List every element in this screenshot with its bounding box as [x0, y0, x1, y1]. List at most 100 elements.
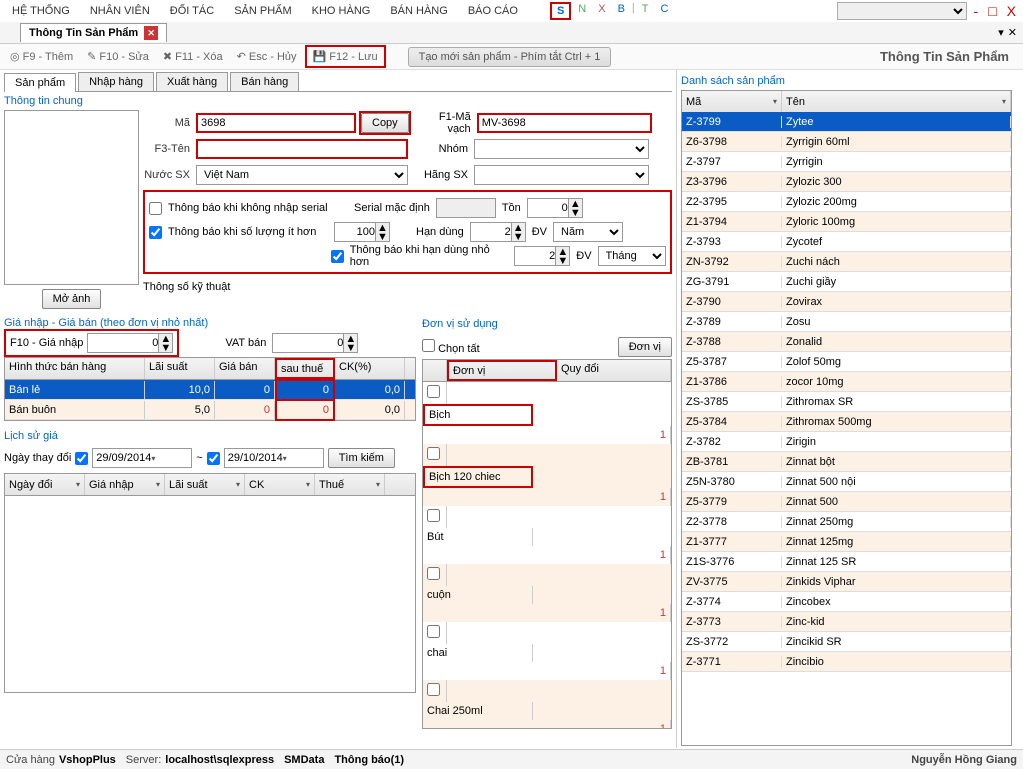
hdr-ck[interactable]: CK(%) [335, 358, 405, 379]
product-row[interactable]: Z5-3779Zinnat 500 [682, 492, 1011, 512]
letter-s[interactable]: S [550, 2, 571, 20]
product-row[interactable]: Z2-3795Zylozic 200mg [682, 192, 1011, 212]
qty-spin[interactable]: ▲▼ [334, 222, 390, 242]
tab-close-icon[interactable]: ✕ [144, 26, 158, 40]
letter-t[interactable]: T [637, 2, 654, 20]
delete-button[interactable]: ✖F11 - Xóa [157, 47, 229, 66]
hdr-gianhap[interactable]: Giá nhập▾ [85, 474, 165, 495]
tab-nhaphang[interactable]: Nhập hàng [78, 72, 154, 91]
product-row[interactable]: Z5-3784Zithromax 500mg [682, 412, 1011, 432]
product-row[interactable]: ZS-3772Zincikid SR [682, 632, 1011, 652]
tab-sanpham[interactable]: Sản phẩm [4, 73, 76, 92]
ten-input[interactable] [196, 139, 408, 159]
handung-spin[interactable]: ▲▼ [470, 222, 526, 242]
product-row[interactable]: Z3-3796Zylozic 300 [682, 172, 1011, 192]
product-row[interactable]: Z5N-3780Zinnat 500 nội [682, 472, 1011, 492]
menu-system[interactable]: HỆ THỐNG [4, 3, 78, 19]
hdr-ngaydoi[interactable]: Ngày đổi▾ [5, 474, 85, 495]
chk-chontat[interactable] [422, 339, 435, 352]
ton-spin[interactable]: ▲▼ [527, 198, 583, 218]
hdr-giaban[interactable]: Giá bán [215, 358, 275, 379]
letter-x[interactable]: X [593, 2, 610, 20]
product-row[interactable]: Z1-3786zocor 10mg [682, 372, 1011, 392]
product-row[interactable]: ZN-3792Zuchi nách [682, 252, 1011, 272]
product-row[interactable]: Z-3788Zonalid [682, 332, 1011, 352]
hdr-hinhthuc[interactable]: Hình thức bán hàng [5, 358, 145, 379]
edit-button[interactable]: ✎F10 - Sửa [81, 47, 155, 66]
copy-button[interactable]: Copy [361, 113, 409, 133]
hdr-ck2[interactable]: CK▾ [245, 474, 315, 495]
hdr-sauthue[interactable]: sau thuế [275, 358, 335, 379]
product-row[interactable]: ZV-3775Zinkids Viphar [682, 572, 1011, 592]
hdr-donvi[interactable]: Đơn vị [447, 360, 557, 381]
close-icon[interactable]: X [1004, 3, 1019, 19]
chk-date1[interactable] [75, 452, 88, 465]
menu-product[interactable]: SẢN PHẨM [226, 3, 299, 19]
tab-banhang[interactable]: Bán hàng [230, 72, 299, 91]
hangsx-select[interactable] [474, 165, 649, 185]
hdr-laisuat2[interactable]: Lãi suất▾ [165, 474, 245, 495]
chk-expless[interactable] [331, 250, 344, 263]
product-row[interactable]: Z2-3778Zinnat 250mg [682, 512, 1011, 532]
unit-row[interactable]: cuộn1 [423, 564, 671, 622]
nuocsx-select[interactable]: Việt Nam [196, 165, 408, 185]
expless-unit[interactable]: Tháng [598, 246, 666, 266]
product-row[interactable]: Z1S-3776Zinnat 125 SR [682, 552, 1011, 572]
hdr-thue[interactable]: Thuế▾ [315, 474, 385, 495]
product-row[interactable]: Z-3793Zycotef [682, 232, 1011, 252]
hdr-ten[interactable]: Tên▾ [782, 91, 1011, 112]
menu-partner[interactable]: ĐỐI TÁC [162, 3, 222, 19]
tab-xuathang[interactable]: Xuất hàng [156, 72, 228, 91]
status-notif[interactable]: Thông báo(1) [334, 754, 404, 766]
date-to[interactable]: 29/10/2014▾ [224, 448, 324, 468]
cancel-button[interactable]: ↶Esc - Hủy [231, 47, 303, 66]
product-row[interactable]: ZS-3785Zithromax SR [682, 392, 1011, 412]
mavach-input[interactable] [477, 113, 652, 133]
letter-c[interactable]: C [656, 2, 674, 20]
unit-row[interactable]: Chai 250ml1 [423, 680, 671, 728]
add-button[interactable]: ◎F9 - Thêm [4, 47, 79, 66]
unit-row[interactable]: Bịch 120 chiec1 [423, 444, 671, 506]
product-row[interactable]: Z-3771Zincibio [682, 652, 1011, 672]
product-row[interactable]: Z-3799Zytee [682, 112, 1011, 132]
ma-input[interactable] [196, 113, 356, 133]
open-image-button[interactable]: Mở ảnh [42, 289, 102, 309]
letter-b[interactable]: B [613, 2, 630, 20]
vatban-spin[interactable]: ▲▼ [272, 333, 358, 353]
menu-warehouse[interactable]: KHO HÀNG [304, 3, 379, 19]
minimize-icon[interactable]: - [971, 3, 982, 19]
unit-row[interactable]: Bịch1 [423, 382, 671, 444]
product-row[interactable]: Z-3782Zirigin [682, 432, 1011, 452]
expless-spin[interactable]: ▲▼ [514, 246, 570, 266]
product-row[interactable]: Z1-3794Zyloric 100mg [682, 212, 1011, 232]
unit-row[interactable]: chai1 [423, 622, 671, 680]
letter-n[interactable]: N [573, 2, 591, 20]
hdr-ma[interactable]: Mã▾ [682, 91, 782, 112]
date-from[interactable]: 29/09/2014▾ [92, 448, 192, 468]
hdr-quydoi[interactable]: Quy đổi [557, 360, 671, 381]
top-combo[interactable] [837, 2, 967, 20]
chk-qtyless[interactable] [149, 226, 162, 239]
hdr-laisuat[interactable]: Lãi suất [145, 358, 215, 379]
chk-date2[interactable] [207, 452, 220, 465]
nhom-select[interactable] [474, 139, 649, 159]
product-row[interactable]: Z-3774Zincobex [682, 592, 1011, 612]
product-row[interactable]: ZG-3791Zuchi giầy [682, 272, 1011, 292]
product-row[interactable]: Z5-3787Zolof 50mg [682, 352, 1011, 372]
product-row[interactable]: Z-3790Zovirax [682, 292, 1011, 312]
pin-icon[interactable]: ▾ [998, 26, 1004, 39]
maximize-icon[interactable]: □ [985, 3, 999, 19]
product-row[interactable]: Z6-3798Zyrrigin 60ml [682, 132, 1011, 152]
handung-unit[interactable]: Năm [553, 222, 623, 242]
chk-noserial[interactable] [149, 202, 162, 215]
search-button[interactable]: Tìm kiếm [328, 448, 395, 468]
gianhap-spin[interactable]: ▲▼ [87, 333, 173, 353]
product-row[interactable]: ZB-3781Zinnat bột [682, 452, 1011, 472]
unit-row[interactable]: Bút1 [423, 506, 671, 564]
price-row[interactable]: Bán lẻ10,0000,0 [5, 380, 415, 400]
product-row[interactable]: Z1-3777Zinnat 125mg [682, 532, 1011, 552]
product-row[interactable]: Z-3773Zinc-kid [682, 612, 1011, 632]
menu-staff[interactable]: NHÂN VIÊN [82, 3, 158, 19]
menu-report[interactable]: BÁO CÁO [460, 3, 526, 19]
serialdef-input[interactable] [436, 198, 496, 218]
